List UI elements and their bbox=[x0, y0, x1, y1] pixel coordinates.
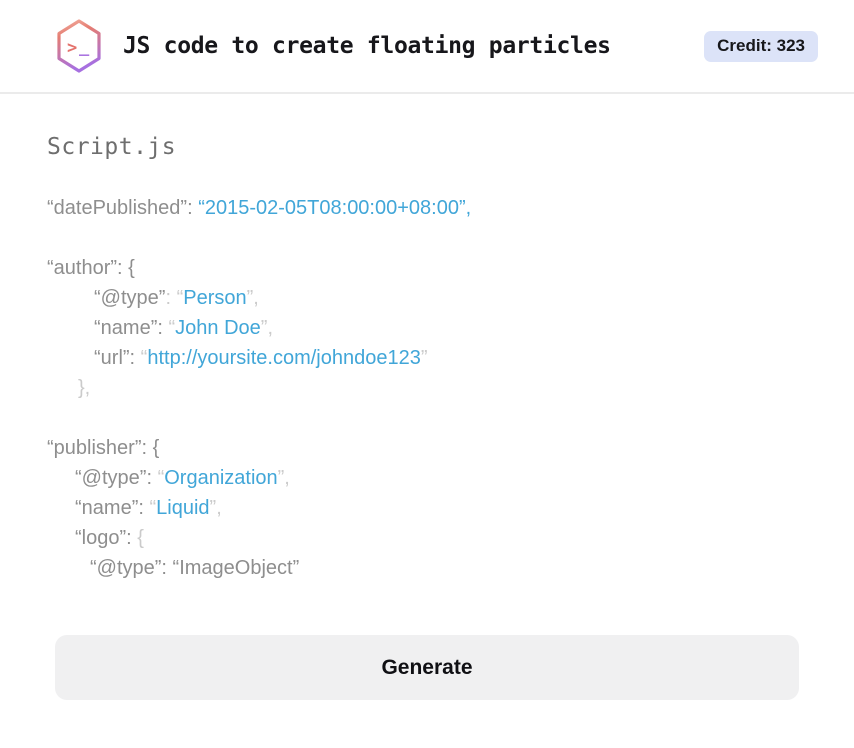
filename-label: Script.js bbox=[47, 134, 177, 160]
code-token-value: Person bbox=[183, 287, 247, 309]
code-token-key: “name” bbox=[75, 497, 139, 519]
code-panel: Script.js “datePublished”: “2015-02-05T0… bbox=[0, 134, 854, 583]
svg-text:_: _ bbox=[79, 37, 90, 57]
code-line: “publisher”: { bbox=[47, 433, 807, 463]
footer: Generate bbox=[0, 635, 854, 700]
code-line: “name”: “Liquid”, bbox=[47, 493, 807, 523]
code-token-key: “name” bbox=[94, 317, 158, 339]
credit-badge: Credit: 323 bbox=[704, 30, 818, 62]
code-line: “url”: “http://yoursite.com/johndoe123” bbox=[47, 343, 807, 373]
code-token-punct: ”, bbox=[260, 317, 273, 339]
code-token-punct: ”, bbox=[209, 497, 222, 519]
code-line: “name”: “John Doe”, bbox=[47, 313, 807, 343]
code-token-value: http://yoursite.com/johndoe123 bbox=[147, 347, 421, 369]
code-line: “author”: { bbox=[47, 253, 807, 283]
code-token-punct: { bbox=[137, 527, 144, 549]
code-token-key: “url” bbox=[94, 347, 130, 369]
code-line: “@type”: “Person”, bbox=[47, 283, 807, 313]
code-token-punct: : bbox=[165, 287, 177, 309]
code-line: “datePublished”: “2015-02-05T08:00:00+08… bbox=[47, 193, 807, 223]
code-token-key: : bbox=[157, 317, 169, 339]
code-line: “@type”: “Organization”, bbox=[47, 463, 807, 493]
code-token-value: “2015-02-05T08:00:00+08:00”, bbox=[198, 197, 472, 219]
code-token-punct: ”, bbox=[246, 287, 259, 309]
header: > _ JS code to create floating particles… bbox=[0, 0, 854, 94]
code-token-key: : bbox=[126, 527, 138, 549]
code-line: “logo”: { bbox=[47, 523, 807, 553]
code-token-key: “@type”: “ImageObject” bbox=[90, 557, 300, 579]
code-token-punct: ”, bbox=[277, 467, 290, 489]
code-output: “datePublished”: “2015-02-05T08:00:00+08… bbox=[47, 193, 807, 583]
code-token-key: “datePublished”: bbox=[47, 197, 199, 219]
code-line: }, bbox=[47, 373, 807, 403]
code-token-value: John Doe bbox=[175, 317, 261, 339]
code-token-key: “logo” bbox=[75, 527, 127, 549]
svg-text:>: > bbox=[67, 38, 77, 58]
code-token-key: : bbox=[146, 467, 158, 489]
code-token-punct: ” bbox=[420, 347, 428, 369]
code-token-key: “@type” bbox=[75, 467, 147, 489]
terminal-hexagon-icon: > _ bbox=[55, 18, 103, 74]
code-token-punct: }, bbox=[78, 377, 91, 399]
page-title: JS code to create floating particles bbox=[123, 33, 611, 59]
code-token-value: Liquid bbox=[156, 497, 210, 519]
generate-button[interactable]: Generate bbox=[55, 635, 799, 700]
code-token-key: “publisher”: { bbox=[47, 437, 160, 459]
code-token-key: “@type” bbox=[94, 287, 166, 309]
code-token-key: “author”: { bbox=[47, 257, 135, 279]
code-line: “@type”: “ImageObject” bbox=[47, 553, 807, 583]
code-token-key: : bbox=[129, 347, 141, 369]
code-token-key: : bbox=[138, 497, 150, 519]
code-token-value: Organization bbox=[164, 467, 278, 489]
